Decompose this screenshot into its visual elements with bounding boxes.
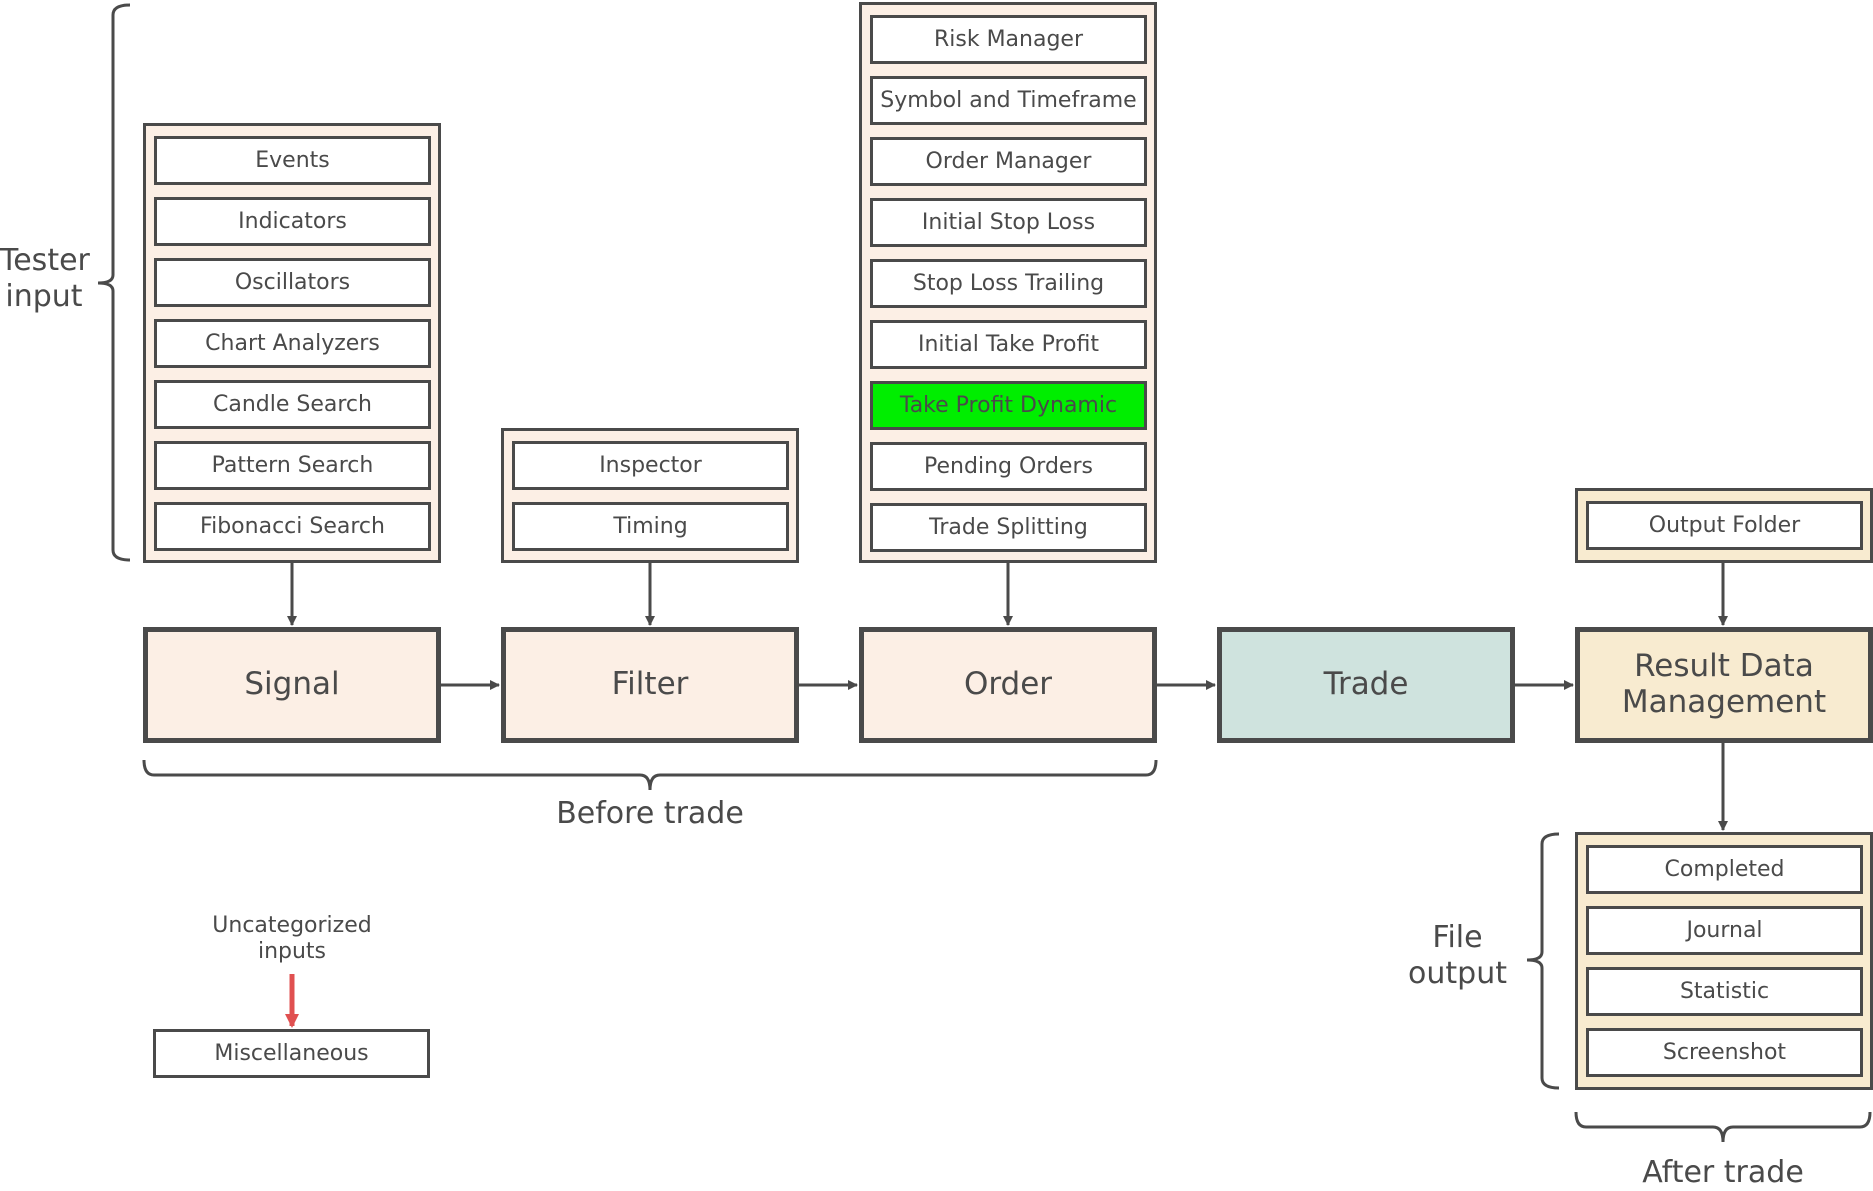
after-trade-label: After trade <box>1642 1155 1804 1190</box>
file-output-statistic[interactable]: Statistic <box>1586 967 1863 1016</box>
result-input-label: Output Folder <box>1648 513 1801 538</box>
brace-tester-input <box>97 3 131 562</box>
order-input-pending-orders[interactable]: Pending Orders <box>870 442 1147 491</box>
stage-result-data-management[interactable]: Result Data Management <box>1575 627 1873 743</box>
result-input-output-folder[interactable]: Output Folder <box>1586 501 1863 550</box>
filter-input-label: Inspector <box>599 453 702 478</box>
filter-input-inspector[interactable]: Inspector <box>512 441 789 490</box>
signal-input-candle-search[interactable]: Candle Search <box>154 380 431 429</box>
order-input-order-manager[interactable]: Order Manager <box>870 137 1147 186</box>
file-output-label: Screenshot <box>1662 1040 1787 1065</box>
signal-input-fibonacci-search[interactable]: Fibonacci Search <box>154 502 431 551</box>
order-input-label: Order Manager <box>925 149 1092 174</box>
order-input-take-profit-dynamic[interactable]: Take Profit Dynamic <box>870 381 1147 430</box>
filter-input-timing[interactable]: Timing <box>512 502 789 551</box>
order-input-label: Trade Splitting <box>929 515 1088 540</box>
signal-input-pattern-search[interactable]: Pattern Search <box>154 441 431 490</box>
signal-input-events[interactable]: Events <box>154 136 431 185</box>
signal-input-indicators[interactable]: Indicators <box>154 197 431 246</box>
order-input-symbol-and-timeframe[interactable]: Symbol and Timeframe <box>870 76 1147 125</box>
order-input-trade-splitting[interactable]: Trade Splitting <box>870 503 1147 552</box>
order-input-initial-take-profit[interactable]: Initial Take Profit <box>870 320 1147 369</box>
stage-filter-label: Filter <box>611 666 689 703</box>
signal-input-label: Chart Analyzers <box>205 331 380 356</box>
signal-input-label: Events <box>255 148 330 173</box>
order-input-label: Initial Take Profit <box>917 332 1100 357</box>
signal-input-label: Candle Search <box>213 392 372 417</box>
order-input-risk-manager[interactable]: Risk Manager <box>870 15 1147 64</box>
stage-result-label: Result Data Management <box>1621 648 1827 720</box>
file-output-label: Statistic <box>1679 979 1770 1004</box>
stage-filter[interactable]: Filter <box>501 627 799 743</box>
order-input-label: Initial Stop Loss <box>921 210 1096 235</box>
stage-signal[interactable]: Signal <box>143 627 441 743</box>
stage-signal-label: Signal <box>244 666 340 703</box>
tester-input-label: Tester input <box>0 243 90 314</box>
stage-order[interactable]: Order <box>859 627 1157 743</box>
order-input-label: Pending Orders <box>924 454 1093 479</box>
signal-input-label: Oscillators <box>234 270 351 295</box>
signal-input-oscillators[interactable]: Oscillators <box>154 258 431 307</box>
brace-file-output <box>1526 832 1560 1090</box>
brace-before-trade <box>142 759 1158 791</box>
order-input-group: Risk Manager Symbol and Timeframe Order Ma… <box>859 2 1157 563</box>
order-input-label: Take Profit Dynamic <box>899 393 1118 418</box>
file-output-completed[interactable]: Completed <box>1586 845 1863 894</box>
file-output-label: Journal <box>1686 918 1763 943</box>
before-trade-label: Before trade <box>556 796 744 831</box>
file-output-group: Completed Journal Statistic Screenshot <box>1575 832 1873 1090</box>
order-input-label: Risk Manager <box>933 27 1084 52</box>
stage-order-label: Order <box>963 666 1053 703</box>
signal-input-label: Indicators <box>238 209 347 234</box>
filter-input-label: Timing <box>613 514 688 539</box>
stage-trade-label: Trade <box>1323 666 1409 703</box>
signal-input-label: Fibonacci Search <box>200 514 385 539</box>
file-output-screenshot[interactable]: Screenshot <box>1586 1028 1863 1077</box>
misc-item[interactable]: Miscellaneous <box>153 1029 430 1078</box>
filter-input-group: Inspector Timing <box>501 428 799 563</box>
order-input-stop-loss-trailing[interactable]: Stop Loss Trailing <box>870 259 1147 308</box>
signal-input-group: Events Indicators Oscillators Chart Analyze… <box>143 123 441 563</box>
output-folder-group: Output Folder <box>1575 488 1873 563</box>
file-output-label: Completed <box>1664 857 1785 882</box>
order-input-initial-stop-loss[interactable]: Initial Stop Loss <box>870 198 1147 247</box>
file-output-label: File output <box>1408 920 1507 991</box>
order-input-label: Stop Loss Trailing <box>912 271 1105 296</box>
signal-input-label: Pattern Search <box>211 453 374 478</box>
brace-after-trade <box>1574 1111 1872 1143</box>
uncategorized-label: Uncategorized inputs <box>212 913 372 965</box>
file-output-journal[interactable]: Journal <box>1586 906 1863 955</box>
misc-item-label: Miscellaneous <box>214 1041 369 1066</box>
stage-trade[interactable]: Trade <box>1217 627 1515 743</box>
signal-input-chart-analyzers[interactable]: Chart Analyzers <box>154 319 431 368</box>
order-input-label: Symbol and Timeframe <box>880 88 1137 113</box>
